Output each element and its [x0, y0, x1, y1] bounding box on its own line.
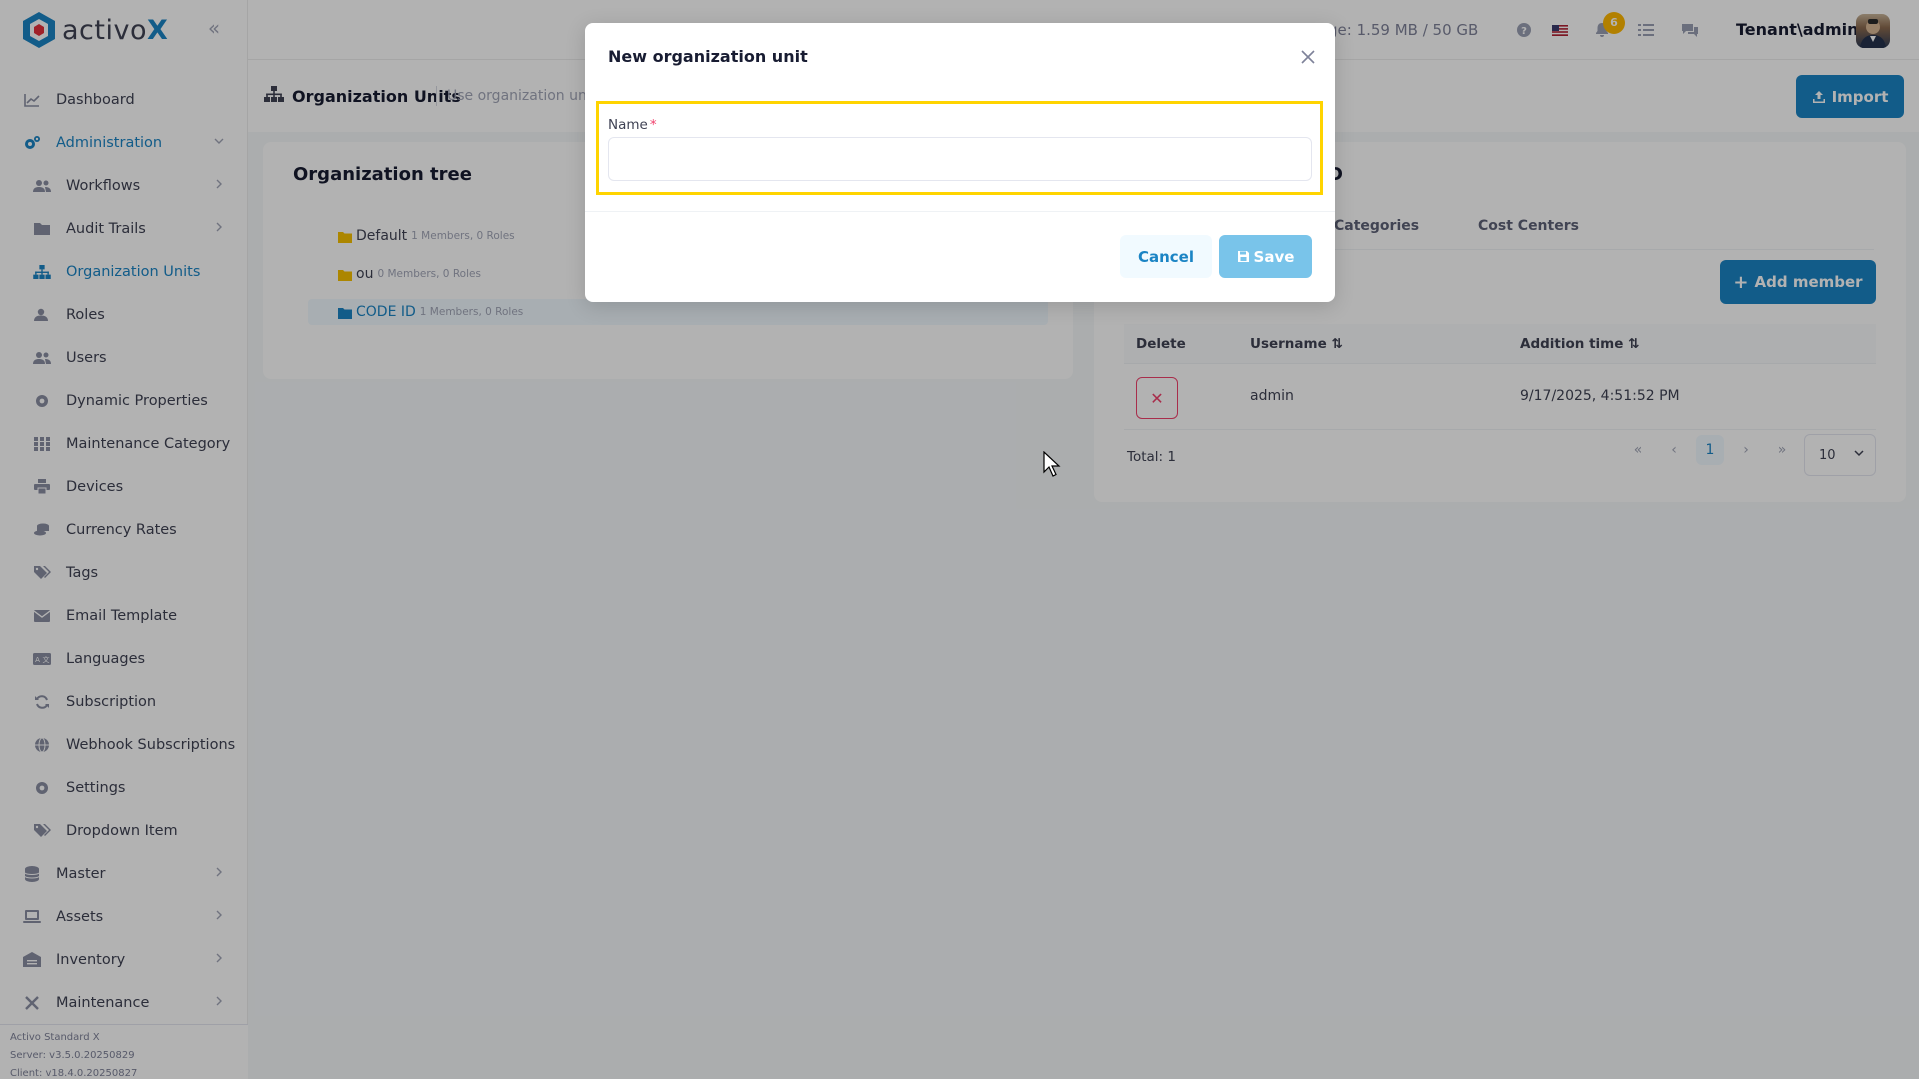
floppy-disk-icon [1237, 250, 1250, 263]
mouse-cursor-icon [1043, 450, 1061, 477]
name-input[interactable] [608, 137, 1312, 181]
save-button[interactable]: Save [1219, 235, 1312, 278]
new-organization-unit-dialog: New organization unit Name * Cancel Save [585, 23, 1335, 302]
dialog-divider [585, 211, 1335, 212]
name-label: Name * [608, 117, 657, 133]
dialog-title: New organization unit [608, 47, 808, 66]
close-icon[interactable] [1296, 45, 1320, 69]
cancel-button[interactable]: Cancel [1120, 235, 1212, 278]
